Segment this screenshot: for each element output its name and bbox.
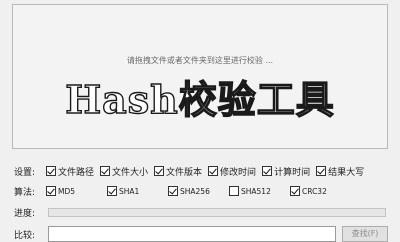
setting-label: 文件路径 <box>58 167 95 178</box>
checkbox-uppercase[interactable] <box>316 166 327 176</box>
checkbox-sha512[interactable] <box>229 186 239 196</box>
checkbox-sha256[interactable] <box>168 186 178 196</box>
algo-sha256[interactable]: SHA256 <box>168 186 223 196</box>
algo-sha1[interactable]: SHA1 <box>107 186 162 196</box>
algo-label: CRC32 <box>302 186 327 196</box>
progress-label: 进度: <box>14 208 36 219</box>
checkbox-md5[interactable] <box>46 186 56 196</box>
algorithm-row: 算法: MD5 SHA1 SHA256 SHA512 CRC32 <box>14 184 351 198</box>
setting-label: 文件版本 <box>166 167 203 178</box>
settings-label: 设置: <box>14 167 36 178</box>
checkbox-crc32[interactable] <box>290 186 300 196</box>
checkbox-file-size[interactable] <box>100 166 111 176</box>
algo-label: MD5 <box>58 186 76 196</box>
setting-file-path[interactable]: 文件路径 <box>46 165 94 178</box>
checkbox-sha1[interactable] <box>107 186 117 196</box>
setting-compute-time[interactable]: 计算时间 <box>262 165 310 178</box>
algo-sha512[interactable]: SHA512 <box>229 186 284 196</box>
progress-bar <box>48 208 386 217</box>
algo-label: SHA512 <box>241 186 271 196</box>
setting-file-version[interactable]: 文件版本 <box>154 165 202 178</box>
setting-file-size[interactable]: 文件大小 <box>100 165 148 178</box>
checkbox-compute-time[interactable] <box>262 166 273 176</box>
checkbox-file-version[interactable] <box>154 166 165 176</box>
checkbox-file-path[interactable] <box>46 166 56 176</box>
setting-label: 修改时间 <box>220 167 257 178</box>
algo-label: SHA256 <box>180 186 210 196</box>
progress-row: 进度: <box>14 205 46 219</box>
compare-row: 比较: <box>14 227 46 241</box>
algo-md5[interactable]: MD5 <box>46 186 101 196</box>
drop-area[interactable]: 请拖拽文件或者文件夹到这里进行校验 ... Hash校验工具 <box>12 4 388 149</box>
algorithm-label: 算法: <box>14 187 36 198</box>
setting-label: 计算时间 <box>274 167 311 178</box>
algo-crc32[interactable]: CRC32 <box>290 186 345 196</box>
app-title: Hash校验工具 <box>65 76 335 122</box>
setting-modified-time[interactable]: 修改时间 <box>208 165 256 178</box>
algo-label: SHA1 <box>119 186 140 196</box>
compare-label: 比较: <box>14 230 36 241</box>
settings-row: 设置: 文件路径 文件大小 文件版本 修改时间 计算时间 结果大写 <box>14 164 370 178</box>
setting-label: 结果大写 <box>328 167 365 178</box>
drop-hint: 请拖拽文件或者文件夹到这里进行校验 ... <box>126 56 274 65</box>
setting-label: 文件大小 <box>112 167 149 178</box>
setting-uppercase[interactable]: 结果大写 <box>316 165 364 178</box>
checkbox-modified-time[interactable] <box>208 166 219 176</box>
